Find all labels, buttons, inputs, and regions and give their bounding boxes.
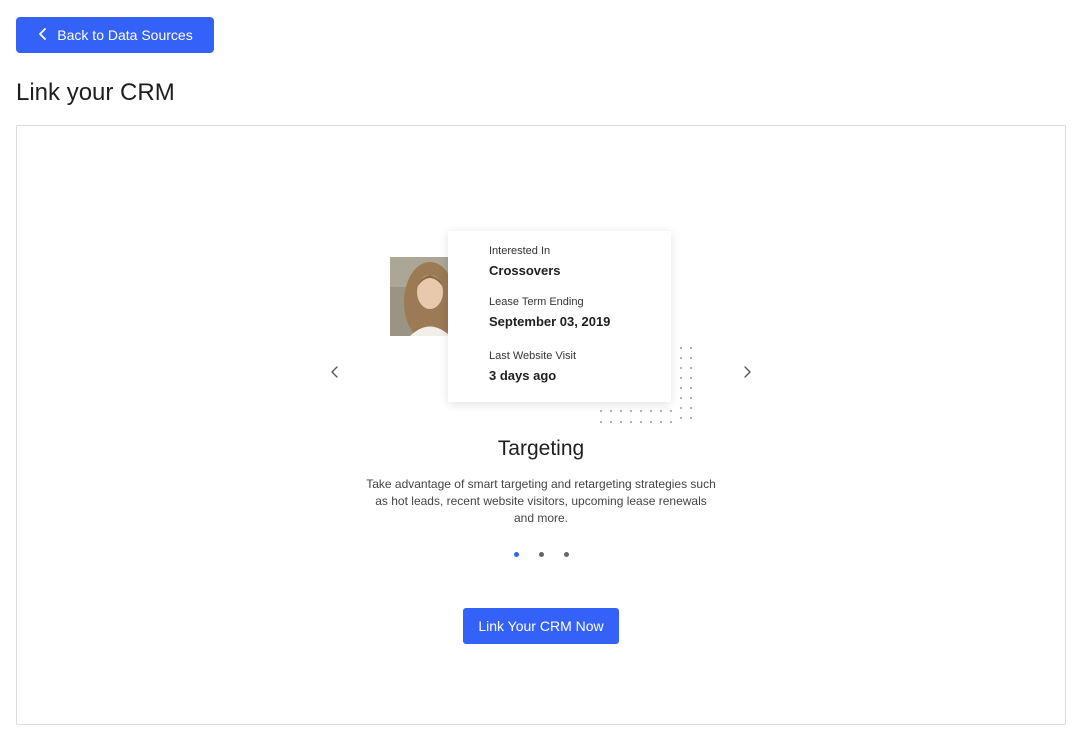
page: Back to Data Sources Link your CRM Inter… <box>0 0 1081 739</box>
info-label: Lease Term Ending <box>489 296 584 308</box>
info-item-last-website-visit: Last Website Visit 3 days ago <box>489 350 576 383</box>
info-value: September 03, 2019 <box>489 314 611 329</box>
chevron-left-icon <box>331 366 338 378</box>
back-button-label: Back to Data Sources <box>57 27 193 43</box>
pager-dot-2[interactable] <box>538 552 544 557</box>
crm-carousel-panel: Interested In Crossovers Lease Term Endi… <box>16 125 1066 725</box>
chevron-right-icon <box>744 366 751 378</box>
info-item-interested-in: Interested In Crossovers <box>489 245 561 278</box>
slide-title: Targeting <box>497 437 585 460</box>
info-label: Last Website Visit <box>489 350 577 362</box>
info-label: Interested In <box>489 245 551 257</box>
decorative-dot-grid <box>600 347 692 423</box>
chevron-left-icon <box>37 27 49 43</box>
link-crm-now-button[interactable]: Link Your CRM Now <box>463 608 619 644</box>
info-value: 3 days ago <box>489 368 557 383</box>
pager-dot-3[interactable] <box>563 552 569 557</box>
carousel-pager <box>17 552 1065 557</box>
back-to-data-sources-button[interactable]: Back to Data Sources <box>16 17 214 53</box>
info-value: Crossovers <box>489 263 561 278</box>
carousel-prev-button[interactable] <box>327 364 343 380</box>
slide-description: Take advantage of smart targeting and re… <box>366 477 716 525</box>
page-title: Link your CRM <box>16 79 175 106</box>
info-item-lease-term-ending: Lease Term Ending September 03, 2019 <box>489 296 610 329</box>
pager-dot-1[interactable] <box>513 552 519 557</box>
carousel-next-button[interactable] <box>739 364 755 380</box>
